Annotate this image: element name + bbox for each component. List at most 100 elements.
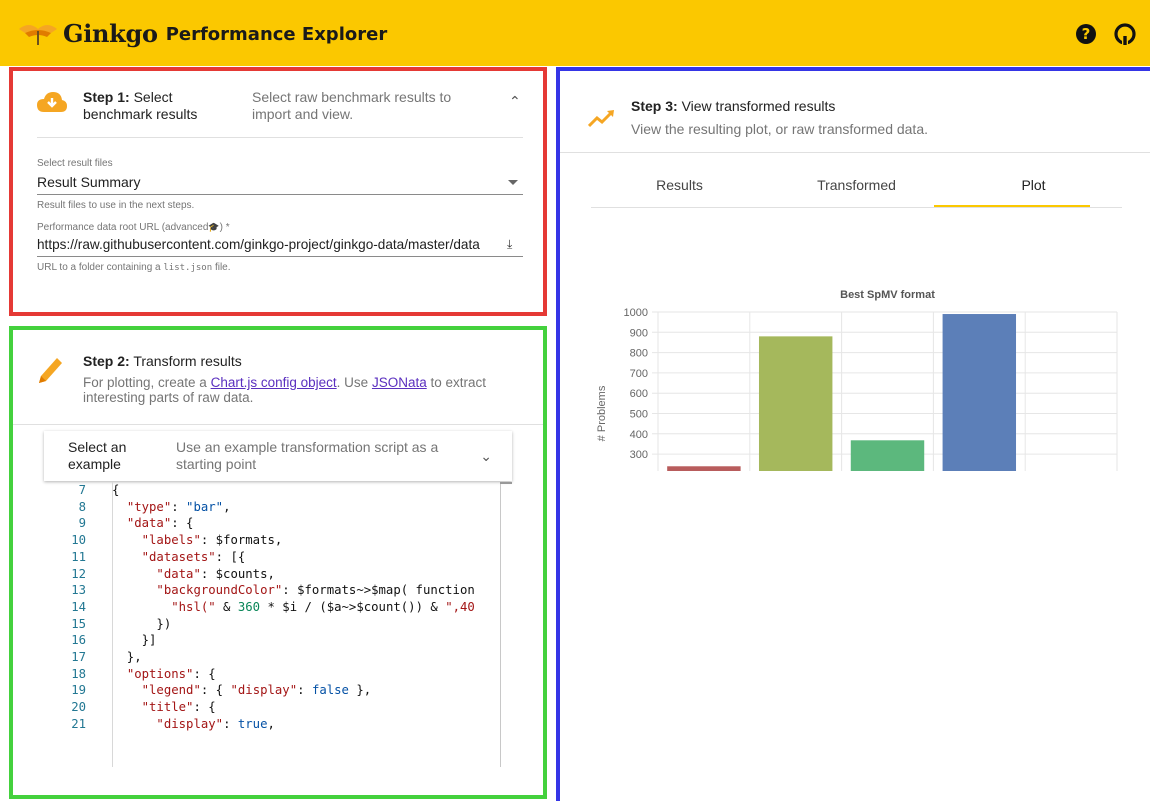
code-line[interactable]: 13 "backgroundColor": $formats~>$map( fu… (53, 582, 500, 599)
y-tick-label: 400 (630, 429, 648, 441)
line-number: 7 (78, 483, 86, 497)
code-text: "labels": $formats, (141, 533, 283, 548)
divider (560, 152, 1150, 153)
code-line[interactable]: 12 "data": $counts, (53, 566, 500, 583)
root-url-label: Performance data root URL (advanced🎓) * (37, 222, 230, 233)
app-title: Performance Explorer (165, 24, 388, 45)
code-line[interactable]: 10 "labels": $formats, (53, 532, 500, 549)
y-tick-label: 900 (630, 327, 648, 339)
example-selector[interactable]: Select an example Use an example transfo… (44, 431, 512, 481)
step3-description: View the resulting plot, or raw transfor… (631, 121, 929, 137)
code-text: "options": { (126, 666, 216, 681)
code-line[interactable]: 11 "datasets": [{ (53, 549, 500, 566)
tab-plot[interactable]: Plot (945, 169, 1122, 207)
bar-coo[interactable] (758, 336, 833, 471)
y-tick-label: 200 (630, 469, 648, 471)
pencil-icon (39, 358, 62, 383)
step2-description: For plotting, create a Chart.js config o… (83, 375, 487, 405)
select-underline (37, 194, 523, 195)
chart-title: Best SpMV format (840, 289, 935, 301)
y-tick-label: 300 (630, 449, 648, 461)
bar-csr[interactable] (667, 466, 741, 471)
y-axis-label: # Problems (596, 385, 608, 441)
scrollbar-thumb[interactable] (500, 482, 512, 484)
step1-description: Select raw benchmark results to import a… (252, 89, 452, 122)
code-text: "hsl(" & 360 * $i / ($a~>$count()) & ",4… (171, 599, 475, 614)
code-text: "title": { (141, 700, 216, 715)
line-number: 14 (71, 599, 86, 614)
tab-results[interactable]: Results (591, 169, 768, 207)
line-number: 21 (71, 716, 86, 731)
y-tick-label: 600 (630, 388, 648, 400)
code-text: }, (112, 650, 142, 665)
code-text: { (112, 483, 120, 497)
code-line[interactable]: 14 "hsl(" & 360 * $i / ($a~>$count()) & … (53, 599, 500, 616)
step3-panel: Step 3: View transformed results View th… (556, 67, 1150, 801)
step1-title: Step 1: Select benchmark results (83, 89, 198, 122)
editor-scrollbar[interactable] (500, 482, 501, 767)
download-icon[interactable]: ⤓ (507, 237, 512, 252)
code-line[interactable]: 16 }] (53, 632, 500, 649)
expand-chevron-icon[interactable]: ⌄ (480, 448, 492, 465)
bar-chart: Best SpMV format010020030040050060070080… (596, 289, 1118, 471)
code-text: "type": "bar", (126, 499, 231, 514)
tabs-divider (591, 207, 1122, 208)
help-icon[interactable]: ? (1076, 24, 1096, 44)
code-line[interactable]: 17 }, (53, 649, 500, 666)
code-line[interactable]: 18 "options": { (53, 666, 500, 683)
trending-up-icon (588, 110, 614, 128)
line-number: 15 (71, 616, 86, 631)
y-tick-label: 1000 (624, 307, 648, 319)
code-line[interactable]: 19 "legend": { "display": false }, (53, 682, 500, 699)
input-underline (37, 256, 523, 257)
code-text: "legend": { "display": false }, (141, 683, 372, 698)
code-text: "data": { (126, 516, 194, 531)
code-line[interactable]: 7{ (53, 482, 500, 499)
line-number: 12 (71, 566, 86, 581)
y-tick-label: 800 (630, 348, 648, 360)
code-text: }) (112, 616, 172, 631)
editor-gutter (112, 482, 113, 767)
example-label: Select an example (68, 439, 127, 472)
dropdown-arrow-icon[interactable] (508, 180, 518, 185)
bar-hybrid[interactable] (850, 440, 925, 471)
y-tick-label: 500 (630, 409, 648, 421)
step1-panel: Step 1: Select benchmark results Select … (9, 67, 547, 316)
result-tabs: Results Transformed Plot (591, 169, 1122, 207)
result-files-select[interactable]: Result Summary (37, 174, 140, 190)
code-line[interactable]: 15 }) (53, 616, 500, 633)
code-text: "display": true, (156, 716, 275, 731)
jsonata-link[interactable]: JSONata (372, 375, 427, 390)
code-editor[interactable]: 7{8 "type": "bar", 9 "data": {10 "labels"… (53, 482, 500, 767)
code-text: "data": $counts, (156, 566, 275, 581)
root-url-hint: URL to a folder containing a list.json f… (37, 262, 231, 273)
brand-name: Ginkgo (63, 18, 158, 48)
code-text: "backgroundColor": $formats~>$map( funct… (156, 583, 475, 598)
divider (37, 137, 523, 138)
line-number: 13 (71, 583, 86, 598)
chartjs-config-link[interactable]: Chart.js config object (211, 375, 337, 390)
result-files-hint: Result files to use in the next steps. (37, 200, 195, 211)
line-number: 17 (71, 650, 86, 665)
code-text: }] (112, 633, 157, 648)
tab-transformed[interactable]: Transformed (768, 169, 945, 207)
github-icon[interactable] (1114, 23, 1136, 45)
example-description: Use an example transformation script as … (176, 439, 439, 472)
y-tick-label: 700 (630, 368, 648, 380)
code-line[interactable]: 8 "type": "bar", (53, 499, 500, 516)
result-files-label: Select result files (37, 158, 113, 169)
line-number: 11 (71, 549, 86, 564)
step2-title: Step 2: Transform results (83, 353, 242, 369)
brand[interactable]: Ginkgo Performance Explorer (17, 16, 387, 50)
code-line[interactable]: 9 "data": { (53, 515, 500, 532)
collapse-chevron-icon[interactable]: ⌃ (509, 93, 521, 110)
line-number: 16 (71, 633, 86, 648)
bar-sellp[interactable] (942, 314, 1017, 471)
root-url-input[interactable]: https://raw.githubusercontent.com/ginkgo… (37, 237, 480, 252)
line-number: 10 (71, 533, 86, 548)
code-line[interactable]: 20 "title": { (53, 699, 500, 716)
step2-panel: Step 2: Transform results For plotting, … (9, 326, 547, 799)
code-line[interactable]: 21 "display": true, (53, 716, 500, 733)
line-number: 20 (71, 700, 86, 715)
divider (13, 424, 543, 425)
